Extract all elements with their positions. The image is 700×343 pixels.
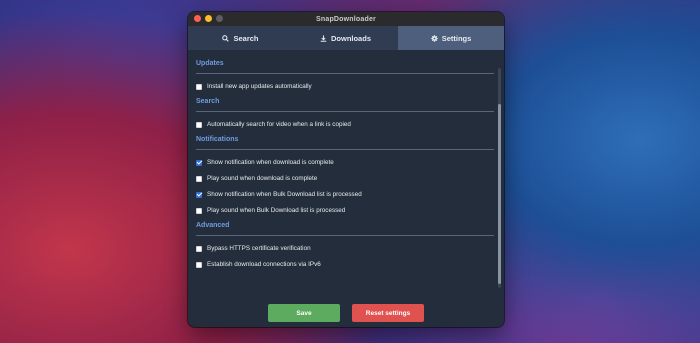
save-button[interactable]: Save (268, 304, 340, 322)
checkbox-bypass-https[interactable] (196, 245, 202, 252)
option-label: Show notification when Bulk Download lis… (207, 191, 362, 198)
divider (196, 111, 494, 112)
option-sound-download-complete[interactable]: Play sound when download is complete (196, 174, 496, 183)
section-title-updates: Updates (196, 60, 224, 67)
section-search: Search Automatically search for video wh… (196, 98, 496, 129)
option-bypass-https[interactable]: Bypass HTTPS certificate verification (196, 244, 496, 253)
tab-search[interactable]: Search (188, 26, 293, 50)
settings-scrollbar[interactable] (498, 68, 501, 288)
app-window: SnapDownloader Search Downloads Settings… (188, 12, 504, 327)
checkbox-notify-download-complete[interactable] (196, 159, 202, 166)
settings-panel: Updates Install new app updates automati… (188, 50, 504, 298)
option-auto-search[interactable]: Automatically search for video when a li… (196, 120, 496, 129)
checkbox-notify-bulk-processed[interactable] (196, 191, 202, 198)
option-notify-bulk-processed[interactable]: Show notification when Bulk Download lis… (196, 190, 496, 199)
window-title: SnapDownloader (316, 15, 376, 23)
tab-downloads[interactable]: Downloads (293, 26, 398, 50)
minimize-window-button[interactable] (205, 15, 212, 22)
tab-bar: Search Downloads Settings (188, 26, 504, 50)
reset-settings-button[interactable]: Reset settings (352, 304, 424, 322)
option-label: Install new app updates automatically (207, 83, 312, 90)
option-notify-download-complete[interactable]: Show notification when download is compl… (196, 158, 496, 167)
section-advanced: Advanced Bypass HTTPS certificate verifi… (196, 222, 496, 269)
checkbox-sound-bulk-processed[interactable] (196, 207, 202, 214)
close-window-button[interactable] (194, 15, 201, 22)
scrollbar-thumb[interactable] (498, 104, 501, 284)
checkbox-auto-search[interactable] (196, 121, 202, 128)
gear-icon (430, 34, 438, 42)
section-title-advanced: Advanced (196, 222, 230, 229)
section-title-notifications: Notifications (196, 136, 239, 143)
divider (196, 149, 494, 150)
option-ipv6[interactable]: Establish download connections via IPv6 (196, 260, 496, 269)
option-label: Bypass HTTPS certificate verification (207, 245, 311, 252)
divider (196, 235, 494, 236)
option-install-updates[interactable]: Install new app updates automatically (196, 82, 496, 91)
tab-search-label: Search (233, 33, 259, 43)
option-label: Play sound when Bulk Download list is pr… (207, 207, 346, 214)
option-sound-bulk-processed[interactable]: Play sound when Bulk Download list is pr… (196, 206, 496, 215)
tab-downloads-label: Downloads (330, 33, 371, 43)
divider (196, 73, 494, 74)
checkbox-ipv6[interactable] (196, 261, 202, 268)
window-controls (194, 15, 223, 22)
option-label: Automatically search for video when a li… (207, 121, 351, 128)
option-label: Show notification when download is compl… (207, 159, 334, 166)
checkbox-install-updates[interactable] (196, 83, 202, 90)
checkbox-sound-download-complete[interactable] (196, 175, 202, 182)
zoom-window-button[interactable] (216, 15, 223, 22)
option-label: Play sound when download is complete (207, 175, 318, 182)
option-label: Establish download connections via IPv6 (207, 261, 321, 268)
tab-settings[interactable]: Settings (398, 26, 504, 50)
section-updates: Updates Install new app updates automati… (196, 60, 496, 91)
section-notifications: Notifications Show notification when dow… (196, 136, 496, 215)
title-bar: SnapDownloader (188, 12, 504, 26)
section-title-search: Search (196, 98, 220, 105)
footer-actions: Save Reset settings (188, 299, 504, 327)
tab-settings-label: Settings (441, 33, 472, 43)
search-icon (222, 34, 230, 42)
download-icon (320, 34, 327, 42)
